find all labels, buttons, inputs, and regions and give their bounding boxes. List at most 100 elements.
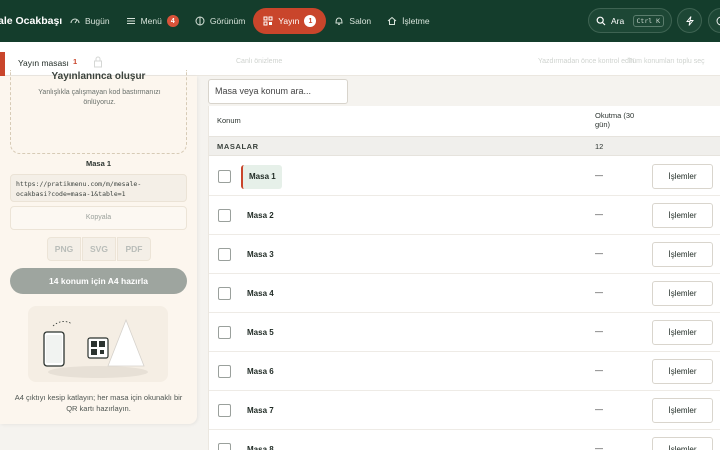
table-row[interactable]: Masa 1 — İşlemler xyxy=(209,157,720,196)
nav-item-isletme[interactable]: İşletme xyxy=(379,8,437,34)
row-scan-count: — xyxy=(595,327,603,336)
row-checkbox[interactable] xyxy=(218,170,231,183)
nav-label: Menü xyxy=(140,16,162,26)
row-scan-count: — xyxy=(595,444,603,450)
row-location-name[interactable]: Masa 8 xyxy=(241,438,280,450)
row-actions-button[interactable]: İşlemler xyxy=(652,359,713,384)
phone-scan-illustration xyxy=(28,306,168,382)
prepare-a4-button[interactable]: 14 konum için A4 hazırla xyxy=(10,268,187,294)
row-scan-count: — xyxy=(595,288,603,297)
row-actions-button[interactable]: İşlemler xyxy=(652,437,713,450)
png-button[interactable]: PNG xyxy=(47,237,81,261)
row-location-name[interactable]: Masa 3 xyxy=(241,243,280,267)
quick-action-button[interactable] xyxy=(677,8,702,33)
yayin-badge: 1 xyxy=(304,15,317,27)
group-row: MASALAR 12 xyxy=(209,136,720,156)
row-location-name[interactable]: Masa 7 xyxy=(241,399,280,423)
qr-location-label: Masa 1 xyxy=(85,159,112,168)
row-location-name[interactable]: Masa 6 xyxy=(241,360,280,384)
row-scan-count: — xyxy=(595,171,603,180)
format-group: PNG SVG PDF xyxy=(47,237,152,261)
ghost-check-label: Yazdırmadan önce kontrol edin xyxy=(538,58,635,65)
sub-title[interactable]: Yayın masası xyxy=(18,58,69,68)
global-search-button[interactable]: Ara Ctrl K xyxy=(588,8,672,33)
url-line: https://pratikmenu.com/m/mesale- xyxy=(16,180,142,188)
copy-button[interactable]: Kopyala xyxy=(10,206,187,230)
table-row[interactable]: Masa 2 — İşlemler xyxy=(209,196,720,235)
nav-item-gorunum[interactable]: Görünüm xyxy=(187,8,253,34)
search-label: Ara xyxy=(611,15,625,26)
row-actions-button[interactable]: İşlemler xyxy=(652,164,713,189)
placeholder-heading: Yayınlanınca oluşur xyxy=(51,71,146,82)
qr-placeholder: Yayınlanınca oluşur Yanlışlıkla çalışmay… xyxy=(10,70,187,154)
table-row[interactable]: Masa 3 — İşlemler xyxy=(209,235,720,274)
row-scan-count: — xyxy=(595,249,603,258)
col-header-scans-line: Okutma (30 xyxy=(595,111,635,120)
col-header-scans-line: gün) xyxy=(595,120,611,129)
row-location-name[interactable]: Masa 2 xyxy=(241,204,280,228)
main-nav: Bugün Menü 4 Görünüm Yayın 1 Salon İşlet… xyxy=(62,8,438,34)
nav-item-menu[interactable]: Menü 4 xyxy=(118,8,187,34)
sub-badge: 1 xyxy=(73,57,78,66)
pdf-button[interactable]: PDF xyxy=(117,237,151,261)
row-checkbox[interactable] xyxy=(218,209,231,222)
row-actions-button[interactable]: İşlemler xyxy=(652,203,713,228)
table-row[interactable]: Masa 8 — İşlemler xyxy=(209,430,720,450)
row-checkbox[interactable] xyxy=(218,443,231,450)
ghost-bulk-label: Tüm konumları toplu seç xyxy=(628,58,705,65)
row-checkbox[interactable] xyxy=(218,248,231,261)
print-caption: A4 çıktıyı kesip katlayın; her masa için… xyxy=(14,393,183,413)
placeholder-description: Yanlışlıkla çalışmayan kod bastırmanızı … xyxy=(38,89,161,106)
row-scan-count: — xyxy=(595,366,603,375)
active-indicator xyxy=(0,52,5,76)
locations-table: Konum Okutma (30 gün) MASALAR 12 Masa 1 … xyxy=(208,106,720,450)
palette-icon xyxy=(195,16,205,26)
svg-button[interactable]: SVG xyxy=(82,237,116,261)
row-actions-button[interactable]: İşlemler xyxy=(652,281,713,306)
lightning-icon xyxy=(685,15,694,26)
row-location-name[interactable]: Masa 4 xyxy=(241,282,280,306)
table-row[interactable]: Masa 4 — İşlemler xyxy=(209,274,720,313)
brand-name[interactable]: ale Ocakbaşı xyxy=(0,15,62,27)
lock-icon xyxy=(94,56,102,68)
top-bar: ale Ocakbaşı Bugün Menü 4 Görünüm Yayın … xyxy=(0,0,720,42)
qr-url-field[interactable]: https://pratikmenu.com/m/mesale- ocakbas… xyxy=(10,174,187,202)
bell-icon xyxy=(335,17,343,25)
shortcut-hint: Ctrl K xyxy=(632,14,664,27)
table-row[interactable]: Masa 6 — İşlemler xyxy=(209,352,720,391)
col-header-scans[interactable]: Okutma (30 gün) xyxy=(595,111,634,129)
menu-icon xyxy=(126,18,135,24)
ghost-preview-label: Canlı önizleme xyxy=(236,58,283,65)
nav-item-bugun[interactable]: Bugün xyxy=(62,8,118,34)
qr-preview-panel: Yayınlanınca oluşur Yanlışlıkla çalışmay… xyxy=(0,70,197,424)
table-row[interactable]: Masa 7 — İşlemler xyxy=(209,391,720,430)
row-scan-count: — xyxy=(595,405,603,414)
home-icon xyxy=(387,16,397,25)
nav-label: Salon xyxy=(349,16,372,26)
row-checkbox[interactable] xyxy=(218,365,231,378)
url-line: ocakbasi?code=masa-1&table=1 xyxy=(16,190,126,198)
row-actions-button[interactable]: İşlemler xyxy=(652,242,713,267)
row-checkbox[interactable] xyxy=(218,404,231,417)
qr-icon xyxy=(263,16,273,26)
profile-button[interactable] xyxy=(708,8,720,33)
row-location-name[interactable]: Masa 1 xyxy=(241,165,282,189)
row-location-name[interactable]: Masa 5 xyxy=(241,321,280,345)
gauge-icon xyxy=(70,18,80,24)
nav-item-yayin[interactable]: Yayın 1 xyxy=(253,8,327,34)
nav-label: Görünüm xyxy=(209,16,246,26)
location-search-input[interactable]: Masa veya konum ara... xyxy=(208,79,348,104)
col-header-location[interactable]: Konum xyxy=(217,116,241,125)
nav-item-salon[interactable]: Salon xyxy=(326,8,379,34)
row-actions-button[interactable]: İşlemler xyxy=(652,398,713,423)
row-checkbox[interactable] xyxy=(218,326,231,339)
row-actions-button[interactable]: İşlemler xyxy=(652,320,713,345)
group-count: 12 xyxy=(595,142,604,151)
row-scan-count: — xyxy=(595,210,603,219)
nav-label: Yayın xyxy=(278,16,300,26)
table-row[interactable]: Masa 5 — İşlemler xyxy=(209,313,720,352)
group-name: MASALAR xyxy=(217,142,259,151)
nav-label: İşletme xyxy=(402,16,430,26)
nav-label: Bugün xyxy=(85,16,110,26)
row-checkbox[interactable] xyxy=(218,287,231,300)
